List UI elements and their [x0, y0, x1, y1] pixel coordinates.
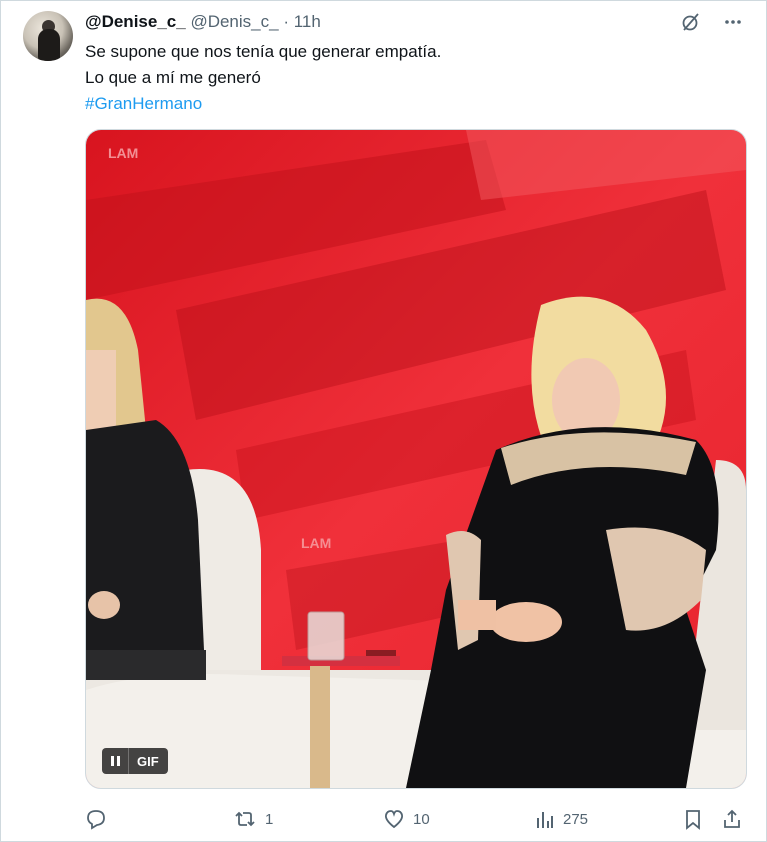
- more-icon[interactable]: [722, 11, 744, 33]
- bookmark-button[interactable]: [683, 806, 703, 832]
- header-icons: [680, 11, 744, 33]
- pause-icon[interactable]: [102, 748, 129, 774]
- reply-button[interactable]: [85, 806, 115, 832]
- tweet-header: @Denise_c_ @Denis_c_ · 11h: [85, 11, 321, 33]
- author-handle[interactable]: @Denis_c_: [190, 12, 278, 31]
- share-button[interactable]: [721, 806, 743, 832]
- share-icon: [724, 809, 740, 828]
- action-bar: 1 10 275: [85, 806, 745, 832]
- views-chart-icon: [537, 812, 553, 828]
- like-count: 10: [413, 810, 430, 828]
- watermark-mid: LAM: [301, 535, 331, 551]
- tweet-text-line1: Se supone que nos tenía que generar empa…: [85, 42, 442, 61]
- tweet-text: Se supone que nos tenía que generar empa…: [85, 39, 441, 117]
- author-name[interactable]: @Denise_c_: [85, 12, 186, 31]
- retweet-count: 1: [265, 810, 274, 828]
- bookmark-icon: [686, 810, 700, 830]
- retweet-button[interactable]: 1: [233, 806, 273, 832]
- avatar-figure: [38, 29, 60, 61]
- gif-label: GIF: [137, 753, 159, 769]
- tweet-card[interactable]: @Denise_c_ @Denis_c_ · 11h Se supone que…: [0, 0, 767, 842]
- views-count: 275: [563, 810, 589, 828]
- media-gif[interactable]: LAM LAM GIF: [85, 129, 747, 789]
- like-button[interactable]: 10: [383, 806, 430, 832]
- heart-icon: [385, 810, 403, 829]
- gif-frame-illustration: LAM LAM: [86, 130, 746, 788]
- watermark-top: LAM: [108, 145, 138, 161]
- retweet-icon: [235, 811, 255, 827]
- timestamp[interactable]: 11h: [294, 12, 321, 31]
- separator-dot: ·: [283, 12, 289, 31]
- gif-badge[interactable]: GIF: [102, 748, 168, 774]
- avatar[interactable]: [23, 11, 73, 61]
- hashtag-link[interactable]: #GranHermano: [85, 91, 441, 117]
- reply-icon: [87, 810, 105, 830]
- views-button[interactable]: 275: [535, 806, 588, 832]
- tweet-text-line2: Lo que a mí me generó: [85, 68, 261, 87]
- grok-icon[interactable]: [680, 11, 702, 33]
